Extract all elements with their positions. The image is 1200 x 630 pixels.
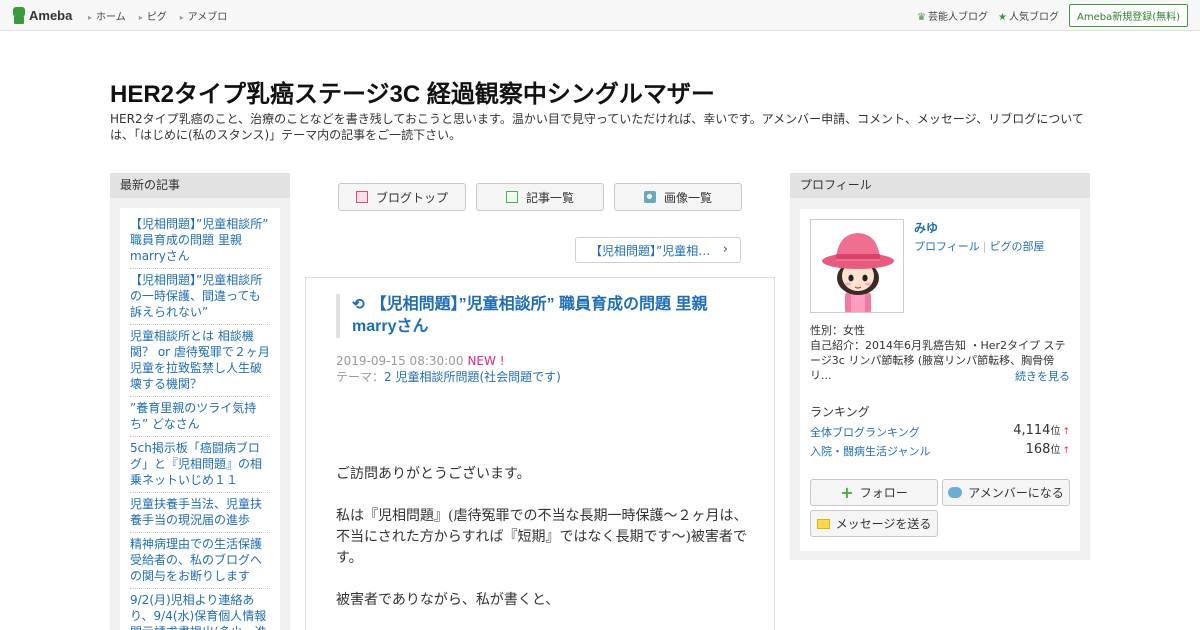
send-message-button[interactable]: メッセージを送る (810, 510, 938, 537)
star-icon: ★ (998, 12, 1007, 23)
crown-icon: ♛ (917, 12, 927, 23)
article-entry: ⟲ 【児相問題】”児童相談所” 職員育成の問題 里親marryさん 2019-09… (305, 277, 775, 630)
article-list-button[interactable]: 記事一覧 (476, 183, 604, 211)
image-list-button[interactable]: 画像一覧 (614, 183, 742, 211)
follow-button[interactable]: + フォロー (810, 479, 938, 506)
profile-panel: プロフィール みゆ プロフィール | ピグの部屋 性別：女性 自己紹介：2014… (790, 173, 1090, 560)
ranking-row-overall: 全体ブログランキング 4,114位 ↑ (810, 422, 1070, 440)
popular-blog-link[interactable]: ★ 人気ブログ (998, 8, 1059, 23)
follow-label: フォロー (859, 486, 908, 500)
previous-article-label: 【児相問題】”児童相… (590, 243, 711, 258)
recent-article-link[interactable]: 9/2(月)児相より連絡あり、9/4(水)保育個人情報開示請求書提出(多少、進 (130, 589, 270, 630)
link-separator: | (982, 240, 987, 253)
camera-icon (643, 191, 656, 203)
recent-articles-heading: 最新の記事 (110, 173, 290, 198)
nav-ameblo-link[interactable]: アメブロ (180, 8, 228, 23)
recent-article-link[interactable]: 【児相問題】”児童相談所” 職員育成の問題 里親marryさん (130, 216, 270, 269)
logo-text: Ameba (29, 8, 73, 23)
ranking-label[interactable]: 入院・闘病生活ジャンル (810, 445, 930, 458)
popular-blog-label: 人気ブログ (1008, 12, 1059, 23)
global-nav: ホーム ピグ アメブロ (88, 0, 227, 31)
theme-prefix: テーマ： (336, 370, 385, 384)
recent-article-link[interactable]: 5ch掲示板「癌闘病ブログ」と『児相問題』の相乗ネットいじめ１１ (130, 437, 270, 493)
recent-article-link[interactable]: 【児相問題】”児童相談所の一時保護、間違っても訴えられない” (130, 269, 270, 325)
profile-gender: 性別：女性 (810, 324, 865, 337)
chat-bubble-icon (948, 487, 963, 498)
celebrity-blog-link[interactable]: ♛ 芸能人ブログ (917, 8, 988, 23)
recent-articles-list: 【児相問題】”児童相談所” 職員育成の問題 里親marryさん 【児相問題】”児… (120, 208, 280, 630)
nav-pigg-link[interactable]: ピグ (139, 8, 167, 23)
recent-article-link[interactable]: ”養育里親のツライ気持ち” どなさん (130, 397, 270, 437)
profile-link[interactable]: プロフィール (914, 240, 980, 253)
blog-title[interactable]: HER2タイプ乳癌ステージ3C 経過観察中シングルマザー (110, 74, 715, 109)
chevron-right-icon: › (722, 242, 728, 257)
article-list-label: 記事一覧 (525, 190, 574, 205)
article-body: ご訪問ありがとうございます。 私は『児相問題』(虐待冤罪での不当な長期一時保護～… (336, 464, 756, 630)
ranking-unit: 位 (1050, 445, 1061, 456)
blog-description: HER2タイプ乳癌のこと、治療のことなどを書き残しておこうと思います。温かい目で… (110, 112, 1084, 142)
article-paragraph: 私は『児相問題』(虐待冤罪での不当な長期一時保護～２ヶ月は、不当にされた方からす… (336, 508, 748, 566)
ranking-value: 168位 ↑ (1026, 441, 1070, 457)
copy-icon (505, 191, 518, 203)
blog-top-label: ブログトップ (375, 190, 448, 205)
avatar[interactable] (810, 219, 904, 313)
recent-article-link[interactable]: 児童相談所とは 相談機関？ or 虐待冤罪で２ヶ月児童を拉致監禁し人生破壊する機… (130, 325, 270, 397)
global-right-links: ♛ 芸能人ブログ ★ 人気ブログ Ameba新規登録(無料) (917, 0, 1188, 31)
ranking-label[interactable]: 全体ブログランキング (810, 426, 920, 439)
profile-heading: プロフィール (790, 173, 1090, 198)
plus-icon: + (840, 483, 854, 502)
global-header: Ameba ホーム ピグ アメブロ ♛芸能人ブログ ★人気ブログ Ameba新規… (0, 0, 1200, 31)
document-icon (355, 191, 368, 203)
trend-up-icon: ↑ (1062, 427, 1070, 437)
nav-home-link[interactable]: ホーム (88, 8, 126, 23)
article-theme-link[interactable]: 2 児童相談所問題(社会問題です) (384, 370, 561, 384)
ranking-number: 4,114 (1013, 423, 1051, 438)
pigg-room-link[interactable]: ピグの部屋 (990, 240, 1045, 253)
ameba-logo[interactable]: Ameba (12, 6, 72, 25)
profile-name[interactable]: みゆ (914, 219, 938, 236)
trend-up-icon: ↑ (1062, 446, 1070, 456)
send-message-label: メッセージを送る (835, 517, 932, 531)
amember-button[interactable]: アメンバーになる (942, 479, 1070, 506)
reblog-icon: ⟲ (352, 296, 365, 313)
profile-card: みゆ プロフィール | ピグの部屋 性別：女性 自己紹介：2014年6月乳癌告知 ・… (800, 209, 1080, 551)
signup-button[interactable]: Ameba新規登録(無料) (1068, 4, 1188, 27)
ranking-number: 168 (1025, 442, 1051, 457)
ranking-unit: 位 (1050, 426, 1061, 437)
article-meta: 2019-09-15 08:30:00 NEW ! テーマ：2 児童相談所問題(社… (336, 353, 561, 385)
read-more-link[interactable]: 続きを見る (1015, 368, 1070, 384)
article-paragraph: 被害者でありながら、私が書くと、 (336, 592, 560, 608)
article-paragraph: ご訪問ありがとうございます。 (336, 466, 531, 482)
recent-article-link[interactable]: 児童扶養手当法、児童扶養手当の現況届の進歩 (130, 493, 270, 533)
article-title[interactable]: ⟲ 【児相問題】”児童相談所” 職員育成の問題 里親marryさん (336, 294, 736, 338)
amember-label: アメンバーになる (968, 486, 1064, 500)
blog-top-button[interactable]: ブログトップ (338, 183, 466, 211)
avatar-illustration (811, 220, 903, 312)
recent-article-link[interactable]: 精神病理由での生活保護受給者の、私のブログへの関与をお断りします (130, 533, 270, 589)
envelope-icon (816, 518, 830, 529)
previous-article-button[interactable]: 【児相問題】”児童相… › (575, 237, 741, 263)
image-list-label: 画像一覧 (663, 190, 712, 205)
ranking-row-genre: 入院・闘病生活ジャンル 168位 ↑ (810, 441, 1070, 459)
ranking-value: 4,114位 ↑ (1013, 422, 1070, 438)
ranking-heading: ランキング (810, 405, 870, 419)
ameba-mascot-icon (12, 7, 26, 24)
recent-articles-panel: 最新の記事 【児相問題】”児童相談所” 職員育成の問題 里親marryさん 【児… (110, 173, 290, 630)
article-date: 2019-09-15 08:30:00 (336, 354, 464, 368)
celebrity-blog-label: 芸能人ブログ (928, 12, 989, 23)
profile-links: プロフィール | ピグの部屋 (914, 238, 1045, 254)
article-title-text: 【児相問題】”児童相談所” 職員育成の問題 里親marryさん (352, 296, 708, 335)
new-badge: NEW ! (467, 354, 505, 368)
